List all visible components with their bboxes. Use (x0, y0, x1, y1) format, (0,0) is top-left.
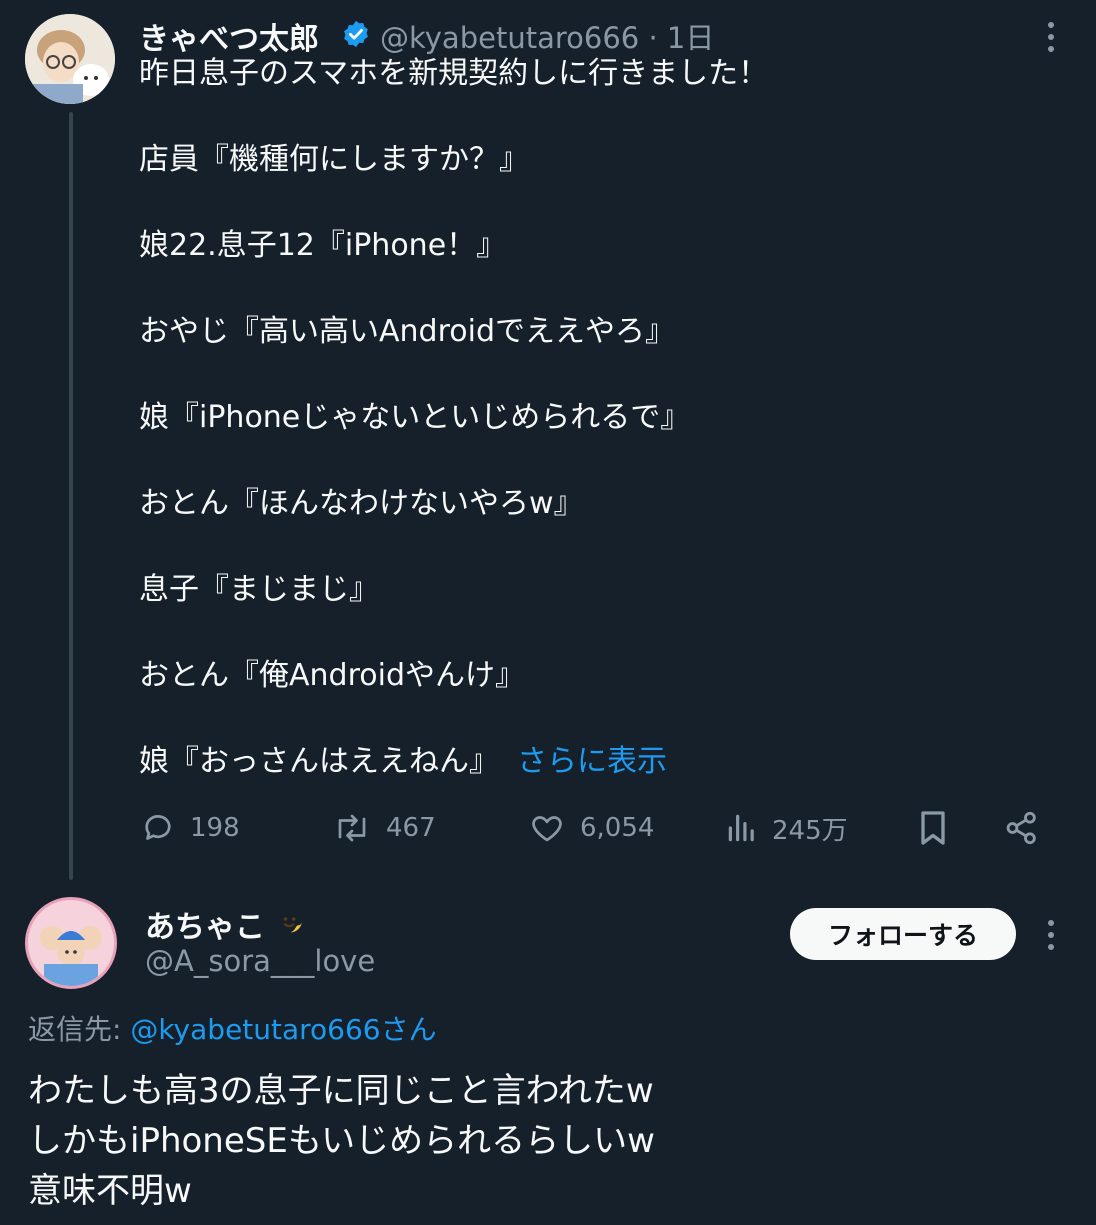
tweet-line: 息子『まじまじ』 (139, 572, 379, 607)
views-button[interactable]: 245万 (726, 805, 848, 851)
bookmark-button[interactable] (916, 805, 950, 851)
reply-to: 返信先: @kyabetutaro666さん (28, 1008, 437, 1048)
show-more-link[interactable]: さらに表示 (517, 744, 667, 779)
tweet-line: おとん『俺Androidやんけ』 (139, 658, 525, 693)
retweet-count: 467 (386, 813, 436, 843)
author-avatar[interactable] (25, 14, 115, 104)
reply-line: 意味不明w (28, 1171, 192, 1211)
reply-icon (145, 815, 171, 840)
reply-author-handle[interactable]: @A_sora___love (145, 944, 375, 978)
retweet-button[interactable]: 467 (332, 805, 436, 851)
tweet-line: 娘22.息子12『iPhone！』 (139, 228, 507, 263)
verified-badge-icon (344, 20, 368, 48)
reply-author-name[interactable]: あちゃこ (145, 902, 265, 946)
tweet-line: 店員『機種何にしますか？』 (139, 142, 529, 177)
tweet-last-line: 娘『おっさんはええねん』 さらに表示 (139, 742, 667, 782)
author-name[interactable]: きゃべつ太郎 (139, 14, 319, 58)
reply-line: しかもiPhoneSEもいじめられるらしいw (28, 1121, 655, 1161)
bookmark-icon (921, 811, 945, 845)
tweet-line: 昨日息子のスマホを新規契約しに行きました！ (139, 56, 769, 91)
tweet-line: 娘『おっさんはええねん』 (139, 744, 499, 779)
more-icon[interactable] (1047, 22, 1055, 58)
reply-text: わたしも高3の息子に同じこと言われたw しかもiPhoneSEもいじめられるらし… (28, 1066, 655, 1216)
like-button[interactable]: 6,054 (528, 805, 654, 851)
views-icon (728, 814, 754, 842)
thread-line (69, 112, 73, 880)
reply-to-label: 返信先: (28, 1013, 122, 1046)
tweet-line: 娘『iPhoneじゃないといじめられるで』 (139, 400, 691, 435)
emoji-icon (278, 908, 302, 933)
handle-text[interactable]: @kyabetutaro666 (380, 21, 639, 55)
tweet-line: おとん『ほんなわけないやろw』 (139, 486, 584, 521)
author-handle[interactable]: @kyabetutaro666 · 1日 (380, 15, 714, 57)
reply-line: わたしも高3の息子に同じこと言われたw (28, 1071, 654, 1111)
separator: · (648, 21, 658, 55)
more-icon[interactable] (1047, 920, 1055, 956)
reply-to-handle[interactable]: @kyabetutaro666さん (130, 1013, 436, 1046)
share-button[interactable] (1003, 805, 1041, 851)
timestamp[interactable]: 1日 (667, 21, 714, 55)
tweet-line: おやじ『高い高いAndroidでええやろ』 (139, 314, 675, 349)
share-icon (1006, 811, 1036, 845)
like-icon (532, 816, 562, 842)
tweet-actions: 198 467 6,054 245万 (140, 805, 1050, 851)
retweet-icon (338, 814, 366, 842)
views-count: 245万 (772, 815, 848, 846)
reply-count: 198 (190, 813, 240, 843)
reply-author-avatar[interactable] (25, 897, 117, 989)
follow-button[interactable]: フォローする (790, 908, 1016, 960)
reply-button[interactable]: 198 (140, 805, 240, 851)
like-count: 6,054 (580, 813, 655, 843)
